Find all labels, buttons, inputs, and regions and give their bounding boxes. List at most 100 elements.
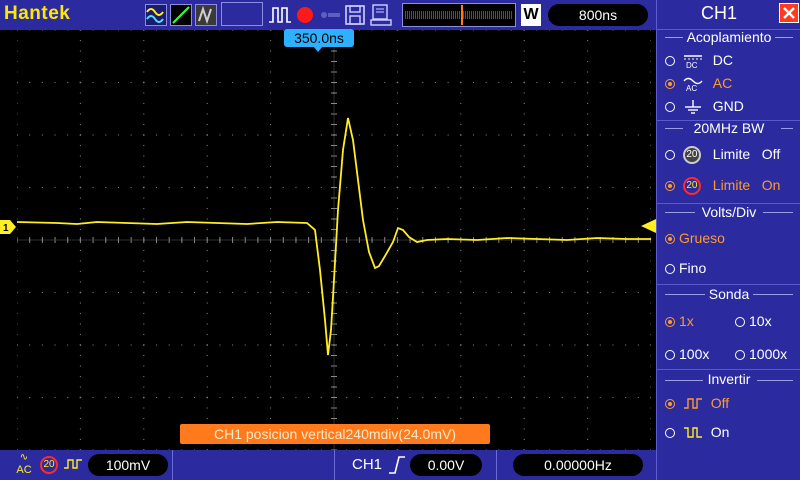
print-icon[interactable]	[370, 3, 392, 27]
trigger-level-arrow[interactable]	[641, 219, 656, 233]
center-axis-dot	[132, 239, 134, 241]
grid-dot	[459, 291, 462, 294]
grid-dot	[612, 186, 614, 189]
vector-mode-icon[interactable]	[170, 4, 192, 26]
ch1-level-marker[interactable]: 1	[0, 220, 16, 234]
center-axis-dot	[140, 239, 142, 241]
center-axis-dot	[152, 239, 154, 241]
pulse-trigger-icon[interactable]	[268, 5, 292, 25]
center-axis-dot	[130, 239, 132, 241]
center-axis-dot	[328, 239, 330, 241]
grid-dot	[282, 344, 284, 346]
persist-mode-icon[interactable]	[195, 4, 217, 26]
save-icon[interactable]	[344, 4, 366, 26]
center-axis-dot	[333, 143, 335, 145]
grid-dot	[155, 291, 158, 294]
center-axis-dot	[180, 239, 182, 241]
grid-dot	[650, 92, 651, 94]
center-axis-dot	[333, 141, 335, 143]
grid-dot	[17, 81, 18, 84]
center-axis-dot	[198, 239, 200, 241]
grid-dot	[599, 186, 601, 189]
bw-limit-on-option[interactable]: 20 Limite On	[665, 175, 780, 196]
probe-100x-option[interactable]: 100x	[665, 344, 709, 364]
window-mode-button[interactable]: W	[521, 4, 541, 26]
center-axis-dot	[398, 239, 400, 241]
grid-dot	[548, 81, 551, 84]
center-axis-dot	[612, 239, 614, 241]
timebase-readout[interactable]: 800ns	[548, 4, 648, 26]
grid-dot	[79, 428, 81, 430]
grid-dot	[269, 81, 272, 84]
grid-dot	[117, 81, 120, 84]
memory-depth-strip[interactable]	[402, 3, 516, 27]
coupling-option-ac[interactable]: AC AC	[665, 73, 732, 93]
grid-dot	[130, 344, 132, 346]
center-axis-dot	[586, 239, 588, 241]
grid-dot	[143, 323, 145, 325]
center-axis-dot	[333, 195, 335, 197]
probe-1x-option[interactable]: 1x	[665, 311, 694, 331]
record-icon[interactable]	[296, 6, 314, 24]
probe-1000x-option[interactable]: 1000x	[735, 344, 787, 364]
center-axis-dot	[326, 239, 328, 241]
grid-dot	[523, 218, 525, 220]
grid-dot	[485, 291, 487, 294]
grid-dot	[79, 302, 81, 304]
dc-label: DC	[712, 52, 734, 68]
center-axis-dot	[206, 239, 208, 241]
waveform-mode-icon[interactable]	[145, 4, 167, 26]
grid-dot	[117, 291, 120, 294]
invert-off-option[interactable]: Off	[665, 393, 729, 413]
grid-dot	[447, 30, 449, 31]
grid-dot	[308, 186, 310, 189]
center-axis-dot	[594, 239, 596, 241]
grid-dot	[523, 375, 525, 378]
close-button[interactable]	[779, 3, 799, 23]
grid-dot	[460, 123, 462, 126]
trigger-position-marker[interactable]: 350.0ns	[284, 29, 354, 47]
grid-dot	[434, 30, 437, 31]
center-axis-dot	[298, 239, 300, 241]
grid-dot	[612, 30, 614, 31]
center-axis-dot	[333, 391, 335, 393]
center-axis-dot	[333, 81, 335, 83]
center-axis-dot	[266, 239, 268, 241]
grid-dot	[92, 344, 94, 346]
center-axis-dot	[333, 63, 335, 65]
waveform-display[interactable]	[17, 30, 651, 450]
grid-dot	[384, 291, 386, 294]
grid-dot	[498, 186, 500, 189]
bw-section-title: 20MHz BW	[693, 120, 765, 136]
grid-dot	[105, 396, 107, 399]
grid-dot	[523, 417, 525, 420]
grid-dot	[460, 323, 462, 325]
probe-10x-option[interactable]: 10x	[735, 311, 772, 331]
invert-on-option[interactable]: On	[665, 422, 729, 442]
ch1-volts-div[interactable]: 100mV	[88, 454, 168, 476]
voltsdiv-coarse-option[interactable]: Grueso	[665, 228, 725, 248]
grid-dot	[523, 176, 525, 178]
grid-dot	[92, 186, 94, 189]
grid-dot	[548, 291, 551, 294]
grid-dot	[117, 344, 120, 346]
grid-dot	[155, 396, 158, 399]
coupling-option-dc[interactable]: DC DC	[665, 50, 733, 70]
probe-100x-label: 100x	[679, 346, 710, 362]
voltsdiv-fine-option[interactable]: Fino	[665, 258, 706, 278]
center-axis-dot	[268, 239, 270, 241]
grid-dot	[17, 113, 18, 115]
grid-dot	[79, 354, 81, 357]
coupling-option-gnd[interactable]: GND	[665, 96, 744, 116]
grid-dot	[193, 81, 196, 84]
bw-limit-off-option[interactable]: 20 Limite Off	[665, 144, 780, 165]
grid-dot	[41, 81, 43, 84]
grid-dot	[206, 417, 208, 420]
center-axis-dot	[333, 227, 335, 229]
grid-dot	[536, 134, 538, 136]
trigger-level-readout[interactable]: 0.00V	[410, 454, 482, 476]
grid-dot	[143, 407, 145, 409]
center-axis-dot	[68, 239, 70, 241]
invert-off-icon	[64, 459, 82, 469]
center-axis-dot	[333, 355, 335, 357]
